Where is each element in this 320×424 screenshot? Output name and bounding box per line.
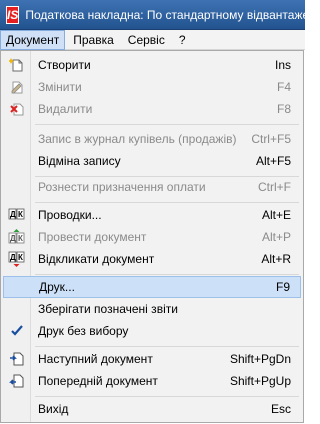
edit-document-icon bbox=[3, 76, 31, 98]
window-title: Податкова накладна: По стандартному відв… bbox=[25, 7, 320, 22]
menu-item-shortcut: Ctrl+F5 bbox=[251, 132, 291, 146]
svg-text:К: К bbox=[18, 253, 23, 262]
menu-item-distribute-payment[interactable]: Рознести призначення оплати Ctrl+F bbox=[3, 176, 301, 198]
menu-item-print[interactable]: Друк... F9 bbox=[3, 276, 301, 298]
svg-text:Д: Д bbox=[10, 253, 16, 262]
checkmark-icon bbox=[3, 320, 31, 342]
document-dropdown-menu: Створити Ins Змінити F4 Видалити F8 Запи… bbox=[0, 50, 304, 423]
menu-edit[interactable]: Правка bbox=[67, 30, 120, 50]
menu-item-label: Друк... bbox=[39, 280, 75, 294]
menu-item-edit[interactable]: Змінити F4 bbox=[3, 76, 301, 98]
svg-text:К: К bbox=[18, 234, 23, 243]
previous-document-icon bbox=[3, 370, 31, 392]
menu-item-label: Друк без вибору bbox=[38, 324, 129, 338]
menu-item-print-no-choice[interactable]: Друк без вибору bbox=[3, 320, 301, 342]
menu-item-label: Відкликати документ bbox=[38, 252, 155, 266]
menu-item-shortcut: Alt+E bbox=[261, 208, 291, 222]
title-bar: IS Податкова накладна: По стандартному в… bbox=[0, 0, 320, 30]
menu-item-label: Змінити bbox=[38, 80, 82, 94]
menu-item-label: Вихід bbox=[38, 402, 69, 416]
new-document-icon bbox=[3, 54, 31, 76]
menu-item-shortcut: Ins bbox=[274, 58, 291, 72]
postings-dk-icon: Д К bbox=[3, 204, 31, 226]
menu-item-label: Провести документ bbox=[38, 230, 147, 244]
menu-service[interactable]: Сервіс bbox=[122, 30, 171, 50]
menu-item-cancel-record[interactable]: Відміна запису Alt+F5 bbox=[3, 150, 301, 172]
menu-help[interactable]: ? bbox=[173, 30, 192, 50]
svg-text:Д: Д bbox=[10, 234, 16, 243]
menu-item-register-journal[interactable]: Запис в журнал купівель (продажів) Ctrl+… bbox=[3, 128, 301, 150]
menu-item-shortcut: Alt+P bbox=[261, 230, 291, 244]
menu-item-label: Видалити bbox=[38, 102, 93, 116]
menu-item-next-document[interactable]: Наступний документ Shift+PgDn bbox=[3, 348, 301, 370]
menu-separator bbox=[35, 274, 299, 275]
menu-item-shortcut: F4 bbox=[276, 80, 291, 94]
menu-item-shortcut: F9 bbox=[275, 280, 290, 294]
menu-bar: Документ Правка Сервіс ? bbox=[0, 29, 305, 50]
menu-item-shortcut: Shift+PgDn bbox=[229, 352, 291, 366]
unpost-document-dk-icon: Д К bbox=[3, 248, 31, 270]
menu-item-create[interactable]: Створити Ins bbox=[3, 54, 301, 76]
menu-document[interactable]: Документ bbox=[0, 29, 66, 50]
menu-item-label: Зберігати позначені звіти bbox=[38, 302, 178, 316]
menu-item-shortcut: Alt+R bbox=[261, 252, 291, 266]
menu-item-label: Запис в журнал купівель (продажів) bbox=[38, 132, 237, 146]
next-document-icon bbox=[3, 348, 31, 370]
svg-text:К: К bbox=[18, 210, 23, 219]
menu-separator bbox=[35, 124, 299, 125]
menu-item-post-document[interactable]: Д К Провести документ Alt+P bbox=[3, 226, 301, 248]
menu-item-unpost-document[interactable]: Д К Відкликати документ Alt+R bbox=[3, 248, 301, 270]
menu-item-delete[interactable]: Видалити F8 bbox=[3, 98, 301, 120]
menu-item-exit[interactable]: Вихід Esc bbox=[3, 398, 301, 420]
menu-item-label: Наступний документ bbox=[38, 352, 153, 366]
menu-item-shortcut: F8 bbox=[276, 102, 291, 116]
menu-separator bbox=[35, 396, 299, 397]
menu-item-label: Створити bbox=[38, 58, 91, 72]
menu-item-label: Рознести призначення оплати bbox=[38, 180, 206, 194]
delete-document-icon bbox=[3, 98, 31, 120]
menu-item-shortcut: Alt+F5 bbox=[255, 154, 291, 168]
menu-item-previous-document[interactable]: Попередній документ Shift+PgUp bbox=[3, 370, 301, 392]
menu-item-shortcut: Shift+PgUp bbox=[229, 374, 291, 388]
menu-item-shortcut: Ctrl+F bbox=[258, 180, 291, 194]
menu-separator bbox=[35, 346, 299, 347]
menu-separator bbox=[35, 202, 299, 203]
svg-text:Д: Д bbox=[10, 210, 16, 219]
menu-item-save-reports[interactable]: Зберігати позначені звіти bbox=[3, 298, 301, 320]
menu-item-label: Попередній документ bbox=[38, 374, 158, 388]
app-logo-icon: IS bbox=[6, 5, 20, 24]
menu-item-shortcut: Esc bbox=[270, 402, 291, 416]
menu-item-postings[interactable]: Д К Проводки... Alt+E bbox=[3, 204, 301, 226]
post-document-dk-icon: Д К bbox=[3, 226, 31, 248]
menu-item-label: Проводки... bbox=[38, 208, 102, 222]
menu-item-label: Відміна запису bbox=[38, 154, 121, 168]
